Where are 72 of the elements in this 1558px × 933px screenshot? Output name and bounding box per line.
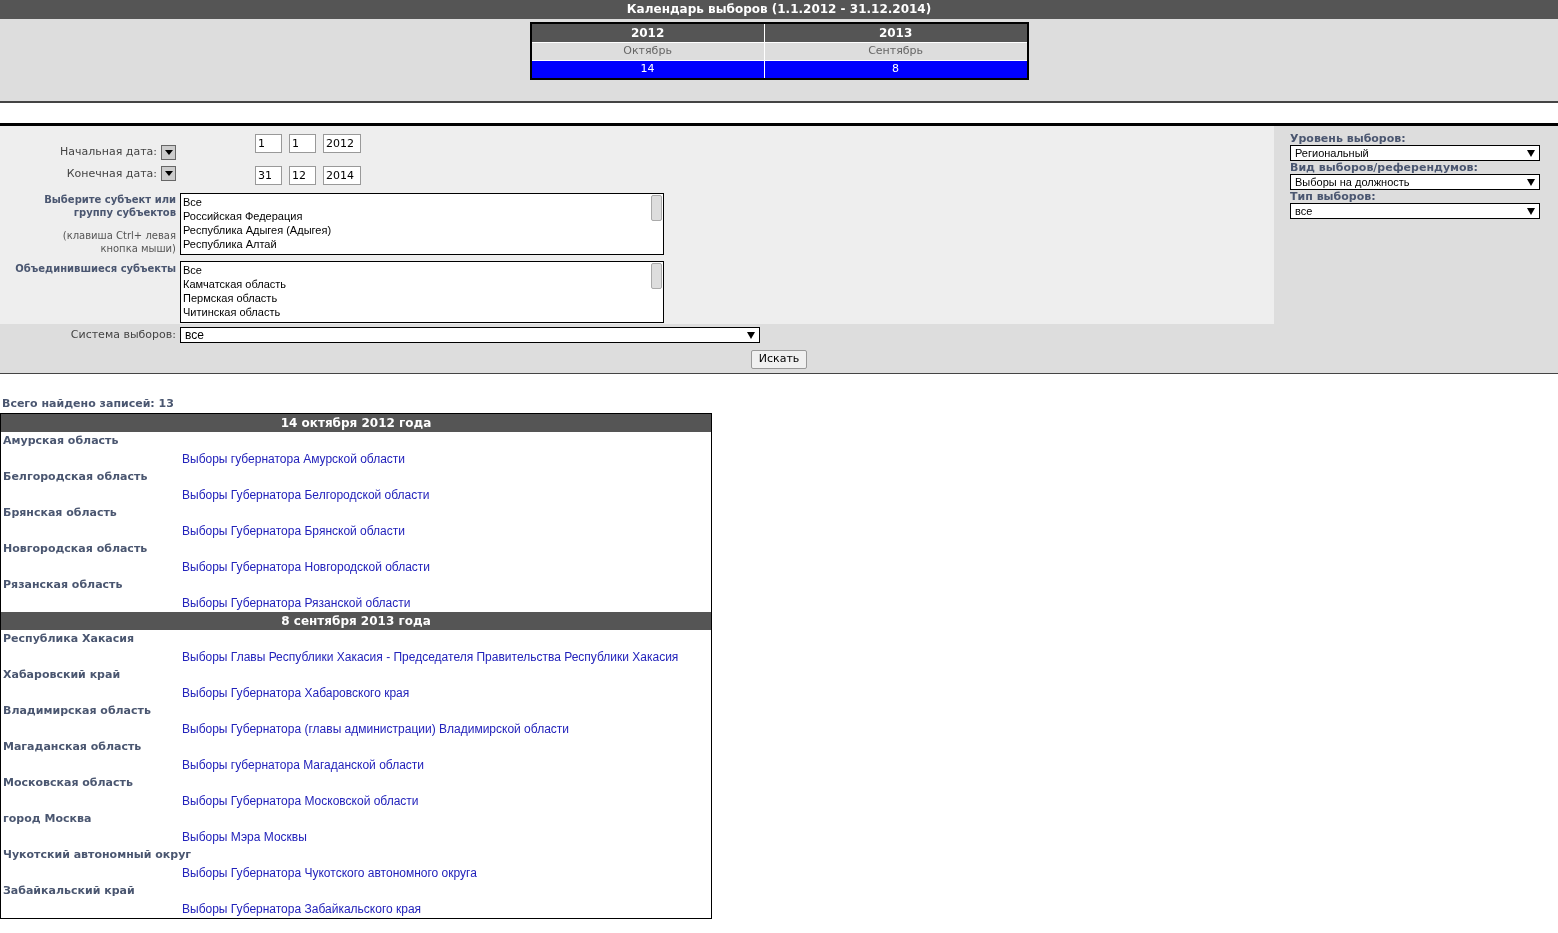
region-name: Амурская область — [3, 434, 119, 447]
caret-icon — [1527, 149, 1535, 157]
list-option[interactable]: Камчатская область — [183, 277, 663, 291]
election-system-select[interactable]: все — [180, 327, 760, 344]
list-option[interactable]: Российская Федерация — [183, 209, 663, 223]
merged-subjects-listbox[interactable]: Все Камчатская область Пермская область Читинская область — [180, 261, 664, 323]
region-name: Республика Хакасия — [3, 632, 135, 645]
election-link[interactable]: Выборы Губернатора Рязанской области — [182, 596, 411, 610]
election-link[interactable]: Выборы Губернатора Московской области — [182, 794, 419, 808]
list-option[interactable]: Все — [183, 263, 663, 277]
subject-select-label: Выберите субъект или группу субъектов — [43, 193, 176, 219]
caret-icon — [747, 331, 755, 339]
region-name: Забайкальский край — [3, 884, 135, 897]
search-button[interactable]: Искать — [750, 349, 808, 369]
date-input-field[interactable]: 2014 — [323, 166, 361, 185]
region-name: Магаданская область — [3, 740, 142, 753]
year-header: 2013 — [764, 23, 1028, 43]
region-name: Новгородская область — [3, 542, 148, 555]
calendar-dropdown-button[interactable] — [161, 144, 176, 160]
list-option[interactable]: Республика Адыгея (Адыгея) — [183, 223, 663, 237]
region-name: Брянская область — [3, 506, 117, 519]
date-group-header: 8 сентября 2013 года — [1, 612, 711, 630]
election-system-label: Система выборов: — [70, 328, 176, 341]
start-date-label: Начальная дата: — [60, 144, 157, 160]
election-link[interactable]: Выборы губернатора Магаданской области — [182, 758, 425, 772]
merged-subjects-label: Объединившиеся субъекты — [15, 263, 176, 274]
election-link[interactable]: Выборы Губернатора Новгородской области — [182, 560, 431, 574]
list-option[interactable]: Все — [183, 195, 663, 209]
region-name: Московская область — [3, 776, 133, 789]
election-link[interactable]: Выборы Губернатора Белгородской области — [182, 488, 430, 502]
date-group-header: 14 октября 2012 года — [1, 414, 711, 432]
region-name: Чукотский автономный округ — [3, 848, 192, 861]
calendar-dropdown-button[interactable] — [161, 166, 176, 182]
scrollbar-thumb[interactable] — [651, 195, 662, 221]
dropdown-select[interactable]: Региональный — [1290, 145, 1540, 161]
election-link[interactable]: Выборы Главы Республики Хакасия - Председателя Правительства Республики Хакасия — [182, 650, 679, 664]
election-link[interactable]: Выборы Губернатора (главы администрации) Владимирской области — [182, 722, 569, 736]
date-input-field[interactable]: 1 — [255, 134, 282, 153]
scrollbar-thumb[interactable] — [651, 263, 662, 289]
election-link[interactable]: Выборы Губернатора Хабаровского края — [182, 686, 410, 700]
hint-text: (клавиша Ctrl+ левая кнопка мыши) — [61, 229, 176, 255]
date-input-field[interactable]: 12 — [289, 166, 316, 185]
caret-icon — [164, 171, 173, 177]
select-label: Уровень выборов: — [1290, 132, 1407, 145]
election-link[interactable]: Выборы Губернатора Забайкальского края — [182, 902, 422, 916]
region-name: Владимирская область — [3, 704, 151, 717]
subject-listbox[interactable]: Все Российская Федерация Республика Адыгея (Адыгея) Республика Алтай — [180, 193, 664, 255]
list-option[interactable]: Республика Алтай — [183, 237, 663, 251]
caret-icon — [164, 149, 173, 155]
list-option[interactable]: Пермская область — [183, 291, 663, 305]
calendar-title: Календарь выборов (1.1.2012 - 31.12.2014) — [0, 0, 1558, 19]
election-link[interactable]: Выборы губернатора Амурской области — [182, 452, 406, 466]
results-count: Всего найдено записей: 13 — [2, 396, 174, 410]
caret-icon — [1527, 178, 1535, 186]
caret-icon — [1527, 207, 1535, 215]
year-header: 2012 — [530, 23, 765, 43]
date-input-field[interactable]: 31 — [255, 166, 282, 185]
select-label: Тип выборов: — [1290, 190, 1377, 203]
region-name: город Москва — [3, 812, 92, 825]
region-name: Хабаровский край — [3, 668, 121, 681]
dropdown-select[interactable]: все — [1290, 203, 1540, 219]
end-date-label: Конечная дата: — [66, 165, 157, 182]
date-input-field[interactable]: 2012 — [323, 134, 361, 153]
election-link[interactable]: Выборы Мэра Москвы — [182, 830, 307, 844]
election-link[interactable]: Выборы Губернатора Брянской области — [182, 524, 405, 538]
region-name: Белгородская область — [3, 470, 148, 483]
dropdown-select[interactable]: Выборы на должность — [1290, 174, 1540, 190]
select-label: Вид выборов/референдумов: — [1290, 161, 1479, 174]
date-input-field[interactable]: 1 — [289, 134, 316, 153]
election-link[interactable]: Выборы Губернатора Чукотского автономного округа — [182, 866, 477, 880]
region-name: Рязанская область — [3, 578, 123, 591]
list-option[interactable]: Читинская область — [183, 305, 663, 319]
